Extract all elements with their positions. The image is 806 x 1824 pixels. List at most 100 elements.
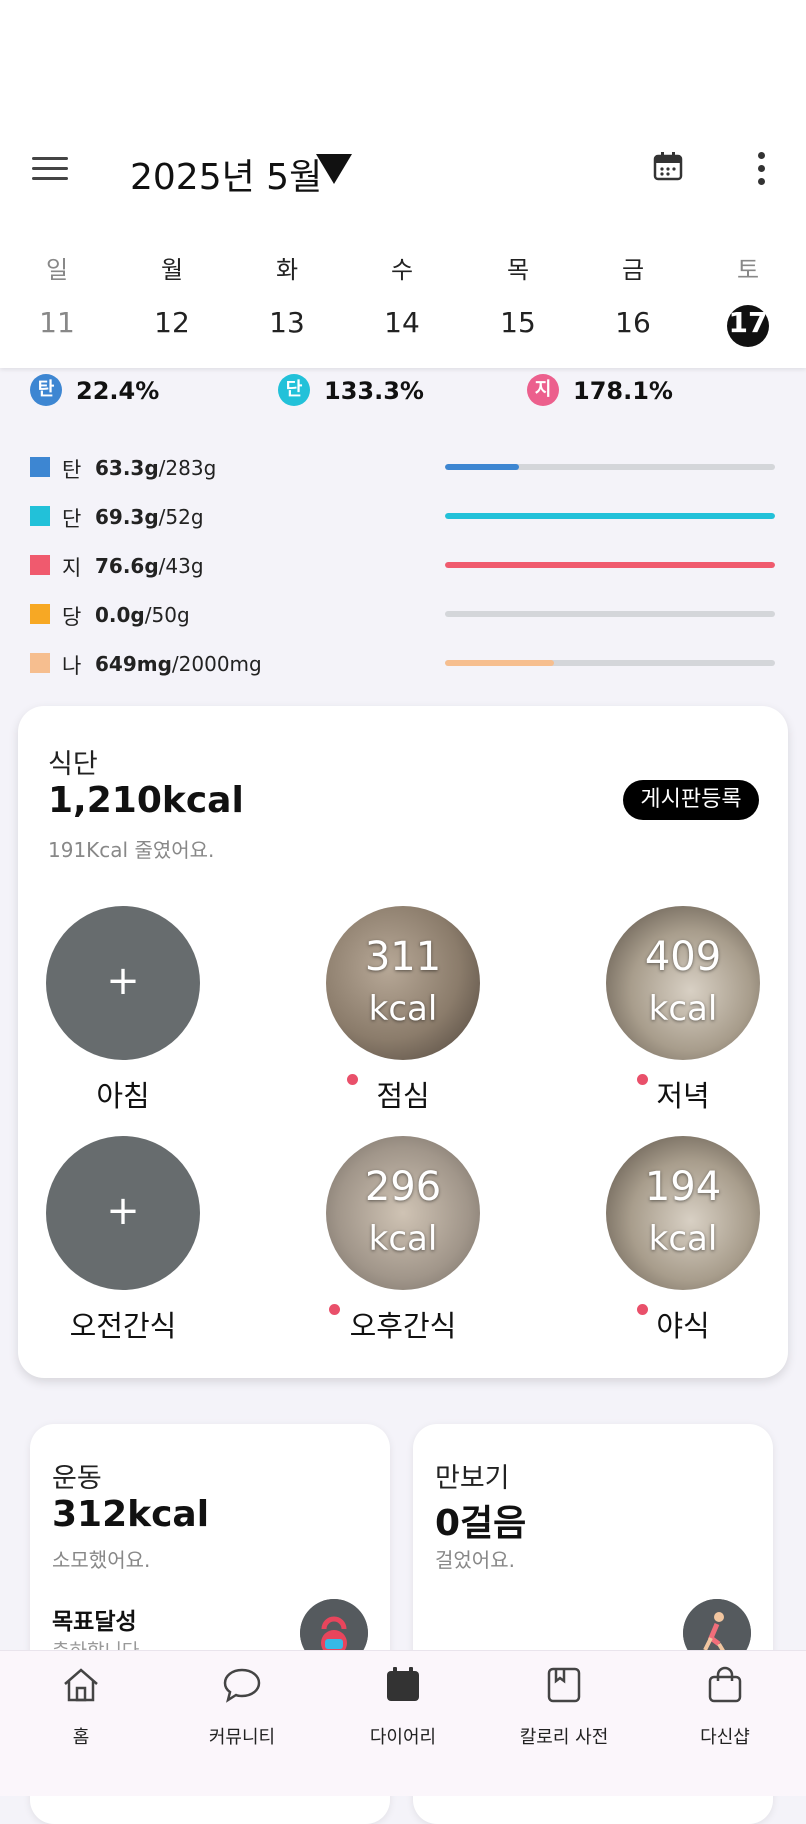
meal-label: 야식: [656, 1309, 710, 1343]
day-14[interactable]: 14: [372, 306, 432, 339]
nutrient-row-carb: 탄 63.3g/283g: [30, 454, 790, 484]
nutrient-label: 단: [62, 507, 82, 531]
nav-community[interactable]: 커뮤니티: [182, 1665, 302, 1755]
add-meal-icon[interactable]: +: [46, 906, 200, 1060]
meal-kcal-unit: kcal: [368, 989, 438, 1029]
diet-subtext: 191Kcal 줄였어요.: [48, 838, 215, 862]
exercise-title: 운동: [52, 1463, 102, 1494]
nutrient-progress-fill: [445, 464, 519, 470]
diet-card[interactable]: 식단 1,210kcal 191Kcal 줄였어요. 게시판등록 + 아침 31…: [18, 706, 788, 1378]
meal-dinner[interactable]: 409 kcal 저녁: [583, 906, 783, 1126]
nav-home[interactable]: 홈: [21, 1665, 141, 1755]
weekday-sat: 토: [736, 256, 760, 284]
home-icon: [64, 1668, 98, 1702]
nav-label: 칼로리 사전: [519, 1727, 609, 1748]
meal-afternoon-snack[interactable]: 296 kcal 오후간식: [303, 1136, 503, 1356]
day-12[interactable]: 12: [142, 306, 202, 339]
shopping-bag-icon: [708, 1666, 742, 1703]
nutrient-progress-track: [445, 611, 775, 617]
nutrient-row-fat: 지 76.6g/43g: [30, 552, 790, 582]
weekday-tue: 화: [275, 256, 299, 284]
day-17[interactable]: 17: [718, 306, 778, 339]
meal-morning-snack[interactable]: + 오전간식: [23, 1136, 223, 1356]
month-dropdown-caret-icon[interactable]: [316, 154, 352, 184]
board-register-button[interactable]: 게시판등록: [623, 780, 759, 820]
nav-label: 다신샵: [700, 1727, 750, 1748]
calendar-icon[interactable]: [653, 151, 683, 181]
nutrient-progress-fill: [445, 513, 775, 519]
day-13[interactable]: 13: [257, 306, 317, 339]
nutrient-amount: 649mg/2000mg: [95, 652, 262, 676]
sodium-color-swatch: [30, 653, 50, 673]
exercise-subtext: 소모했어요.: [52, 1548, 151, 1572]
weekday-thu: 목: [506, 256, 530, 284]
carb-color-swatch: [30, 457, 50, 477]
nutrient-progress-track: [445, 660, 775, 666]
meal-label: 오전간식: [69, 1309, 177, 1343]
meal-late-snack[interactable]: 194 kcal 야식: [583, 1136, 783, 1356]
meal-kcal-unit: kcal: [648, 1219, 718, 1259]
weekday-fri: 금: [621, 256, 645, 284]
meal-lunch[interactable]: 311 kcal 점심: [303, 906, 503, 1126]
meal-kcal-value: 194: [644, 1164, 722, 1210]
meal-kcal-unit: kcal: [368, 1219, 438, 1259]
meal-photo[interactable]: 194 kcal: [606, 1136, 760, 1290]
nutrient-progress-track: [445, 562, 775, 568]
weekday-mon: 월: [160, 256, 184, 284]
protein-badge: 단: [278, 374, 310, 406]
meal-label: 점심: [376, 1079, 430, 1113]
meal-label: 아침: [96, 1079, 150, 1113]
fat-color-swatch: [30, 555, 50, 575]
nav-diary[interactable]: 다이어리: [343, 1665, 463, 1755]
meal-photo[interactable]: 296 kcal: [326, 1136, 480, 1290]
more-vert-icon[interactable]: [755, 152, 767, 186]
nutrient-progress-track: [445, 464, 775, 470]
book-icon: [547, 1667, 581, 1703]
protein-color-swatch: [30, 506, 50, 526]
day-15[interactable]: 15: [488, 306, 548, 339]
nutrient-amount: 0.0g/50g: [95, 603, 190, 627]
meal-label: 저녁: [656, 1079, 710, 1113]
nav-label: 다이어리: [369, 1727, 437, 1748]
nutrient-amount: 63.3g/283g: [95, 456, 217, 480]
weekday-sun: 일: [45, 256, 69, 284]
sugar-color-swatch: [30, 604, 50, 624]
nutrient-amount: 69.3g/52g: [95, 505, 204, 529]
meal-breakfast[interactable]: + 아침: [23, 906, 223, 1126]
diet-title: 식단: [48, 749, 98, 780]
carb-badge: 탄: [30, 374, 62, 406]
nutrient-progress-track: [445, 513, 775, 519]
menu-icon[interactable]: [32, 155, 68, 183]
diary-calendar-icon: [387, 1667, 419, 1701]
nav-label: 홈: [72, 1727, 90, 1748]
nutrient-progress-fill: [445, 562, 775, 568]
day-11[interactable]: 11: [27, 306, 87, 339]
meal-photo[interactable]: 409 kcal: [606, 906, 760, 1060]
calendar-header: 2025년 5월 일 월 화 수 목 금 토 11 12 13 14 15 16…: [0, 0, 806, 368]
meal-photo[interactable]: 311 kcal: [326, 906, 480, 1060]
chat-bubble-icon: [223, 1668, 261, 1703]
protein-percent: 133.3%: [324, 377, 424, 405]
nutrient-row-protein: 단 69.3g/52g: [30, 503, 790, 533]
day-16[interactable]: 16: [603, 306, 663, 339]
nutrient-amount: 76.6g/43g: [95, 554, 204, 578]
pedometer-title: 만보기: [435, 1463, 510, 1494]
add-meal-icon[interactable]: +: [46, 1136, 200, 1290]
pedometer-subtext: 걸었어요.: [435, 1548, 515, 1572]
diet-total-kcal: 1,210kcal: [48, 780, 244, 821]
exercise-goal: 목표달성: [52, 1609, 137, 1635]
nutrient-row-sugar: 당 0.0g/50g: [30, 601, 790, 631]
month-title[interactable]: 2025년 5월: [130, 148, 322, 200]
nav-shop[interactable]: 다신샵: [665, 1665, 785, 1755]
nav-calorie-dictionary[interactable]: 칼로리 사전: [504, 1665, 624, 1755]
exercise-kcal: 312kcal: [52, 1494, 210, 1535]
meal-kcal-value: 409: [644, 934, 722, 980]
fat-badge: 지: [527, 374, 559, 406]
weekday-wed: 수: [390, 256, 414, 284]
nutrient-label: 탄: [62, 458, 82, 482]
meal-kcal-unit: kcal: [648, 989, 718, 1029]
nutrient-row-sodium: 나 649mg/2000mg: [30, 650, 790, 680]
meal-label: 오후간식: [349, 1309, 457, 1343]
meal-kcal-value: 311: [364, 934, 442, 980]
bottom-navigation: 홈 커뮤니티 다이어리 칼로리 사전 다신샵: [0, 1650, 806, 1796]
